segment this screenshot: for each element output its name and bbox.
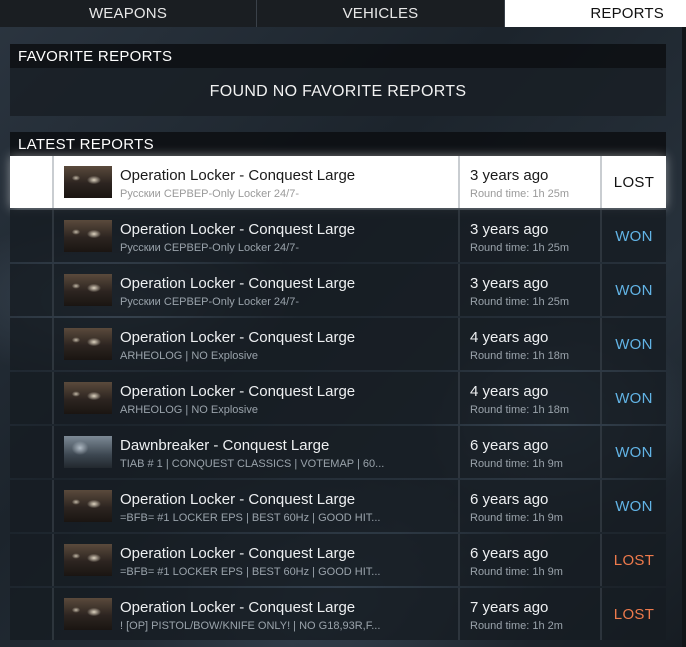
match-result: LOST xyxy=(613,173,655,191)
match-result: LOST xyxy=(613,551,655,569)
server-name: Русскии СЕРВЕР-Only Locker 24/7- xyxy=(120,296,299,308)
map-title: Operation Locker - Conquest Large xyxy=(120,221,356,238)
report-row[interactable]: Dawnbreaker - Conquest Large TIAB # 1 | C… xyxy=(10,426,666,478)
report-row-spacer xyxy=(10,156,54,208)
report-time-cell: 3 years ago Round time: 1h 25m xyxy=(460,156,602,208)
server-name: =BFB= #1 LOCKER EPS | BEST 60Hz | GOOD H… xyxy=(120,566,381,578)
match-result: WON xyxy=(615,389,653,407)
report-row[interactable]: Operation Locker - Conquest Large ARHEOLO… xyxy=(10,372,666,424)
time-ago: 4 years ago xyxy=(470,329,549,346)
report-time-cell: 7 years ago Round time: 1h 2m xyxy=(460,588,602,640)
map-thumbnail xyxy=(64,382,112,414)
map-thumbnail xyxy=(64,598,112,630)
report-row[interactable]: Operation Locker - Conquest Large Русскии… xyxy=(10,210,666,262)
round-time: Round time: 1h 25m xyxy=(470,296,570,308)
map-thumbnail xyxy=(64,274,112,306)
round-time: Round time: 1h 25m xyxy=(470,242,570,254)
report-row-spacer xyxy=(10,426,54,478)
report-map-cell: Operation Locker - Conquest Large =BFB= #… xyxy=(54,480,460,532)
favorite-reports-empty-message: FOUND NO FAVORITE REPORTS xyxy=(10,68,666,116)
match-result: WON xyxy=(615,281,653,299)
round-time: Round time: 1h 9m xyxy=(470,566,563,578)
report-map-cell: Operation Locker - Conquest Large =BFB= #… xyxy=(54,534,460,586)
latest-reports-list: Operation Locker - Conquest Large Русскии… xyxy=(10,156,666,642)
map-thumbnail xyxy=(64,490,112,522)
report-row[interactable]: Operation Locker - Conquest Large Русскии… xyxy=(10,264,666,316)
map-title: Operation Locker - Conquest Large xyxy=(120,167,356,184)
server-name: ! [OP] PISTOL/BOW/KNIFE ONLY! | NO G18,9… xyxy=(120,620,381,632)
server-name: Русскии СЕРВЕР-Only Locker 24/7- xyxy=(120,242,299,254)
report-row[interactable]: Operation Locker - Conquest Large =BFB= #… xyxy=(10,534,666,586)
report-row-spacer xyxy=(10,588,54,640)
report-row-spacer xyxy=(10,534,54,586)
map-thumbnail xyxy=(64,166,112,198)
round-time: Round time: 1h 9m xyxy=(470,458,563,470)
tab-vehicles[interactable]: VEHICLES xyxy=(257,0,505,27)
report-map-cell: Operation Locker - Conquest Large Русскии… xyxy=(54,156,460,208)
latest-reports-header: LATEST REPORTS xyxy=(10,132,666,156)
report-map-cell: Dawnbreaker - Conquest Large TIAB # 1 | C… xyxy=(54,426,460,478)
report-time-cell: 6 years ago Round time: 1h 9m xyxy=(460,534,602,586)
time-ago: 6 years ago xyxy=(470,545,549,562)
time-ago: 3 years ago xyxy=(470,221,549,238)
round-time: Round time: 1h 2m xyxy=(470,620,563,632)
time-ago: 3 years ago xyxy=(470,167,549,184)
report-row-spacer xyxy=(10,372,54,424)
map-title: Operation Locker - Conquest Large xyxy=(120,275,356,292)
report-time-cell: 6 years ago Round time: 1h 9m xyxy=(460,480,602,532)
tab-reports[interactable]: REPORTS xyxy=(505,0,686,27)
round-time: Round time: 1h 18m xyxy=(470,350,570,362)
server-name: TIAB # 1 | CONQUEST CLASSICS | VOTEMAP |… xyxy=(120,458,385,470)
report-map-cell: Operation Locker - Conquest Large Русскии… xyxy=(54,210,460,262)
map-title: Operation Locker - Conquest Large xyxy=(120,383,356,400)
match-result: WON xyxy=(615,497,653,515)
report-row-spacer xyxy=(10,318,54,370)
report-time-cell: 6 years ago Round time: 1h 9m xyxy=(460,426,602,478)
match-result: WON xyxy=(615,227,653,245)
report-time-cell: 3 years ago Round time: 1h 25m xyxy=(460,264,602,316)
map-title: Dawnbreaker - Conquest Large xyxy=(120,437,330,454)
report-time-cell: 4 years ago Round time: 1h 18m xyxy=(460,318,602,370)
match-result: WON xyxy=(615,335,653,353)
round-time: Round time: 1h 9m xyxy=(470,512,563,524)
favorite-reports-header: FAVORITE REPORTS xyxy=(10,44,666,68)
server-name: ARHEOLOG | NO Explosive xyxy=(120,404,258,416)
time-ago: 6 years ago xyxy=(470,437,549,454)
map-thumbnail xyxy=(64,328,112,360)
round-time: Round time: 1h 18m xyxy=(470,404,570,416)
report-row-spacer xyxy=(10,480,54,532)
time-ago: 3 years ago xyxy=(470,275,549,292)
map-thumbnail xyxy=(64,544,112,576)
tab-weapons[interactable]: WEAPONS xyxy=(0,0,257,27)
round-time: Round time: 1h 25m xyxy=(470,188,570,200)
map-thumbnail xyxy=(64,436,112,468)
report-time-cell: 3 years ago Round time: 1h 25m xyxy=(460,210,602,262)
map-title: Operation Locker - Conquest Large xyxy=(120,329,356,346)
map-title: Operation Locker - Conquest Large xyxy=(120,545,356,562)
report-map-cell: Operation Locker - Conquest Large ARHEOLO… xyxy=(54,372,460,424)
map-thumbnail xyxy=(64,220,112,252)
report-row-spacer xyxy=(10,264,54,316)
map-title: Operation Locker - Conquest Large xyxy=(120,599,356,616)
report-map-cell: Operation Locker - Conquest Large Русскии… xyxy=(54,264,460,316)
match-result: LOST xyxy=(613,605,655,623)
report-row[interactable]: Operation Locker - Conquest Large Русскии… xyxy=(10,156,666,208)
report-row[interactable]: Operation Locker - Conquest Large ! [OP] … xyxy=(10,588,666,640)
time-ago: 6 years ago xyxy=(470,491,549,508)
scrollbar[interactable] xyxy=(682,27,686,647)
report-time-cell: 4 years ago Round time: 1h 18m xyxy=(460,372,602,424)
server-name: Русскии СЕРВЕР-Only Locker 24/7- xyxy=(120,188,299,200)
report-row[interactable]: Operation Locker - Conquest Large ARHEOLO… xyxy=(10,318,666,370)
server-name: ARHEOLOG | NO Explosive xyxy=(120,350,258,362)
report-row[interactable]: Operation Locker - Conquest Large =BFB= #… xyxy=(10,480,666,532)
map-title: Operation Locker - Conquest Large xyxy=(120,491,356,508)
server-name: =BFB= #1 LOCKER EPS | BEST 60Hz | GOOD H… xyxy=(120,512,381,524)
tab-bar: WEAPONS VEHICLES REPORTS xyxy=(0,0,686,27)
time-ago: 7 years ago xyxy=(470,599,549,616)
report-row-spacer xyxy=(10,210,54,262)
report-map-cell: Operation Locker - Conquest Large ! [OP] … xyxy=(54,588,460,640)
report-map-cell: Operation Locker - Conquest Large ARHEOLO… xyxy=(54,318,460,370)
time-ago: 4 years ago xyxy=(470,383,549,400)
match-result: WON xyxy=(615,443,653,461)
